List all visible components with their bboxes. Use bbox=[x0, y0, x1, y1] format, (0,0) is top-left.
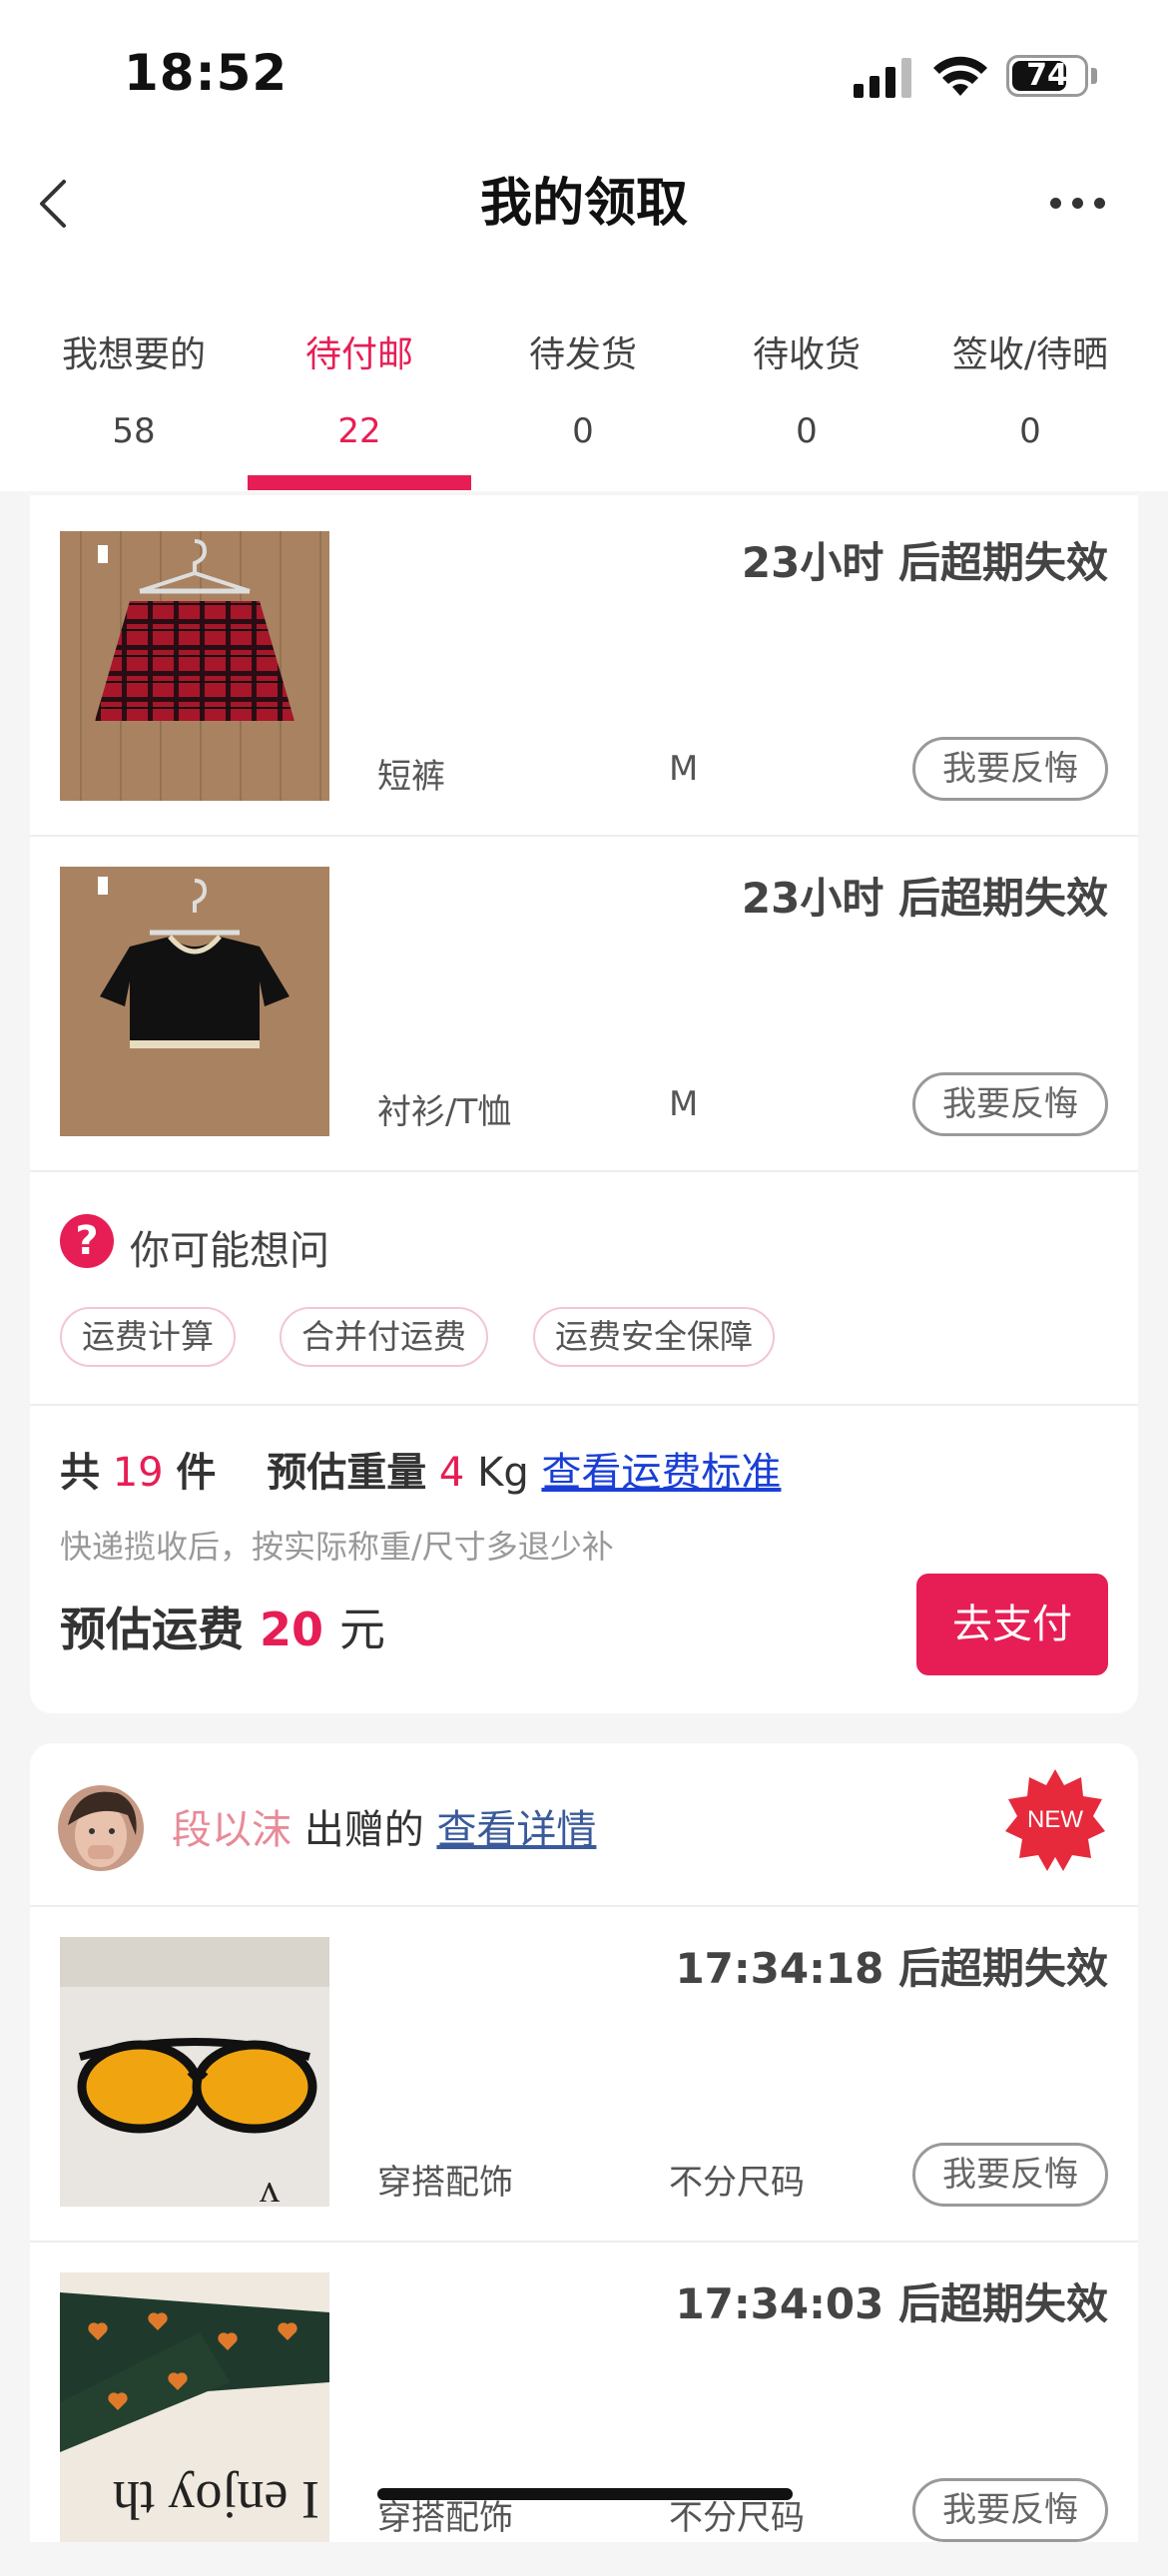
weight-label: 预估重量 bbox=[267, 1450, 427, 1496]
tab-count: 0 bbox=[1019, 411, 1041, 451]
divider bbox=[30, 1170, 1138, 1172]
svg-text:I enjoy th: I enjoy th bbox=[113, 2470, 319, 2530]
view-details-link[interactable]: 查看详情 bbox=[436, 1807, 596, 1853]
item-category: 衬衫/T恤 bbox=[377, 1092, 512, 1132]
giver-name[interactable]: 段以沫 bbox=[172, 1807, 292, 1853]
tab-pending-receipt[interactable]: 待收货 0 bbox=[695, 310, 918, 491]
regret-button[interactable]: 我要反悔 bbox=[912, 1072, 1108, 1136]
avatar[interactable] bbox=[58, 1785, 144, 1871]
fee-value: 20 bbox=[260, 1603, 324, 1656]
item-category: 短裤 bbox=[377, 757, 445, 797]
expiry-countdown: 23小时 后超期失效 bbox=[741, 538, 1108, 587]
status-time: 18:52 bbox=[124, 44, 289, 102]
tab-count: 22 bbox=[337, 411, 381, 451]
regret-button[interactable]: 我要反悔 bbox=[912, 2143, 1108, 2207]
tab-label: 待发货 bbox=[528, 334, 637, 375]
shipping-standard-link[interactable]: 查看运费标准 bbox=[541, 1450, 781, 1496]
divider bbox=[30, 1404, 1138, 1406]
tab-wanted[interactable]: 我想要的 58 bbox=[22, 310, 246, 491]
claimed-item[interactable]: ʌ 17:34:18 后超期失效 穿搭配饰 不分尺码 我要反悔 bbox=[30, 1907, 1138, 2241]
tab-label: 我想要的 bbox=[61, 334, 206, 375]
item-image-yellow-sunglasses[interactable]: ʌ bbox=[60, 1937, 329, 2207]
item-size: M bbox=[669, 749, 699, 789]
shipping-hint: 快递揽收后，按实际称重/尺寸多退少补 bbox=[60, 1528, 614, 1566]
summary-prefix: 共 bbox=[60, 1450, 100, 1496]
new-badge-text: NEW bbox=[1027, 1806, 1083, 1833]
claimed-item[interactable]: 23小时 后超期失效 短裤 M 我要反悔 bbox=[30, 501, 1138, 835]
estimated-fee: 预估运费 20 元 bbox=[60, 1594, 385, 1659]
battery-icon: 74 bbox=[1006, 55, 1088, 97]
svg-text:ʌ: ʌ bbox=[260, 2166, 280, 2207]
tab-count: 0 bbox=[796, 411, 818, 451]
page-title: 我的领取 bbox=[479, 174, 688, 234]
tab-label: 待付邮 bbox=[304, 334, 413, 375]
battery-percent: 74 bbox=[1026, 58, 1068, 93]
faq-chip-combined-postage[interactable]: 合并付运费 bbox=[280, 1307, 488, 1367]
tab-pending-shipment[interactable]: 待发货 0 bbox=[471, 310, 695, 491]
order-summary-line: 共 19 件 预估重量 4 Kg 查看运费标准 bbox=[60, 1440, 781, 1498]
battery-nub bbox=[1091, 68, 1097, 84]
tab-label: 待收货 bbox=[752, 334, 861, 375]
faq-title: 你可能想问 bbox=[130, 1228, 329, 1274]
claimed-item[interactable]: I enjoy th 17:34:03 后超期失效 穿搭配饰 不分尺码 我要反悔 bbox=[30, 2243, 1138, 2576]
giver-suffix: 出赠的 bbox=[303, 1807, 424, 1853]
regret-button[interactable]: 我要反悔 bbox=[912, 2478, 1108, 2542]
tab-pending-postage[interactable]: 待付邮 22 bbox=[248, 310, 471, 491]
tab-count: 58 bbox=[112, 411, 156, 451]
tab-signed-review[interactable]: 签收/待晒 0 bbox=[918, 310, 1142, 491]
pay-button[interactable]: 去支付 bbox=[916, 1574, 1108, 1675]
item-image-black-crop-top[interactable] bbox=[60, 867, 329, 1136]
question-icon: ? bbox=[60, 1214, 114, 1268]
more-options-icon[interactable] bbox=[1050, 198, 1110, 212]
wifi-icon bbox=[933, 56, 987, 96]
item-image-plaid-skirt[interactable] bbox=[60, 531, 329, 801]
tab-bar: 我想要的 58 待付邮 22 待发货 0 待收货 0 签收/待晒 0 bbox=[0, 310, 1168, 491]
weight-value: 4 bbox=[438, 1450, 465, 1496]
home-indicator[interactable] bbox=[377, 2488, 793, 2500]
cellular-signal-icon bbox=[854, 56, 913, 98]
active-tab-indicator bbox=[248, 475, 471, 490]
summary-unit: 件 bbox=[176, 1450, 217, 1496]
expiry-countdown: 17:34:03 后超期失效 bbox=[675, 2279, 1108, 2328]
item-count: 19 bbox=[112, 1450, 164, 1496]
item-image-heart-scarf[interactable]: I enjoy th bbox=[60, 2272, 329, 2542]
expiry-countdown: 17:34:18 后超期失效 bbox=[675, 1944, 1108, 1993]
item-size: M bbox=[669, 1084, 699, 1124]
new-badge: NEW bbox=[1003, 1767, 1107, 1871]
claimed-item[interactable]: 23小时 后超期失效 衬衫/T恤 M 我要反悔 bbox=[30, 837, 1138, 1170]
weight-unit: Kg bbox=[477, 1450, 529, 1496]
item-category: 穿搭配饰 bbox=[377, 2163, 513, 2203]
item-size: 不分尺码 bbox=[669, 2163, 805, 2203]
regret-button[interactable]: 我要反悔 bbox=[912, 737, 1108, 801]
fee-label: 预估运费 bbox=[60, 1603, 244, 1656]
faq-chip-postage-security[interactable]: 运费安全保障 bbox=[533, 1307, 775, 1367]
giver-line: 段以沫 出赠的 查看详情 bbox=[172, 1797, 596, 1855]
expiry-countdown: 23小时 后超期失效 bbox=[741, 874, 1108, 923]
fee-unit: 元 bbox=[339, 1603, 386, 1656]
faq-chip-shipping-calc[interactable]: 运费计算 bbox=[60, 1307, 236, 1367]
tab-count: 0 bbox=[572, 411, 594, 451]
tab-label: 签收/待晒 bbox=[951, 334, 1109, 375]
